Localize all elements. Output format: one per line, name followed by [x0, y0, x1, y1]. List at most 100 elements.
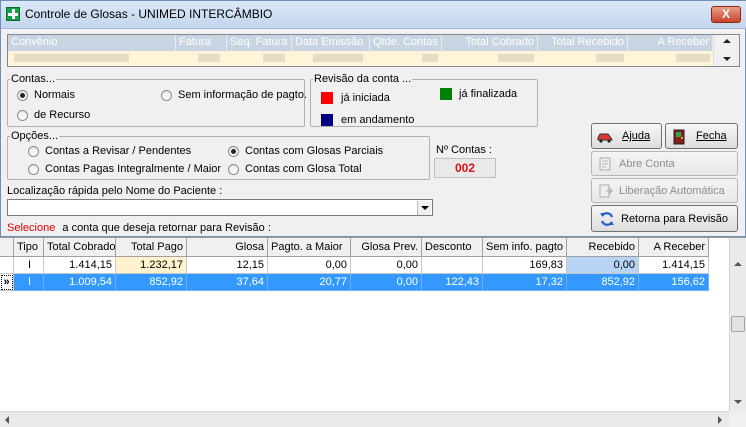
cell-recebido: 852,92 — [567, 274, 639, 291]
cell-total-cobrado: 1.009,54 — [44, 274, 116, 291]
refresh-icon — [600, 212, 614, 226]
col-a-receber[interactable]: A Receber — [628, 35, 713, 51]
col-data-emissao[interactable]: Data Emissão — [292, 35, 370, 51]
col-sem-info[interactable]: Sem info. pagto — [483, 238, 567, 257]
scroll-right-icon[interactable] — [718, 416, 722, 424]
scroll-up-icon[interactable] — [734, 262, 742, 266]
retorna-revisao-button[interactable]: Retorna para Revisão — [591, 205, 738, 232]
ajuda-button[interactable]: Ajuda — [591, 123, 662, 149]
row-indicator-arrow-icon: » — [0, 274, 14, 291]
radio-icon — [28, 164, 39, 175]
col-desconto[interactable]: Desconto — [422, 238, 483, 257]
cell-tipo: I — [14, 274, 44, 291]
cell-desconto — [422, 257, 483, 274]
app-plus-icon — [6, 7, 20, 21]
radio-label: Normais — [34, 89, 75, 101]
col-a-receber[interactable]: A Receber — [639, 238, 709, 257]
liberacao-label: Liberação Automática — [619, 185, 725, 197]
redacted-cell — [263, 54, 285, 62]
col-total-recebido[interactable]: Total Recebido — [538, 35, 628, 51]
col-total-cobrado[interactable]: Total Cobrado — [442, 35, 538, 51]
open-document-icon — [599, 157, 611, 171]
convenio-grid[interactable]: Convênio Fatura Seq. Fatura Data Emissão… — [7, 34, 740, 67]
red-status-square-icon — [321, 92, 333, 104]
vertical-scrollbar[interactable] — [729, 238, 746, 411]
contas-legend: Contas... — [11, 73, 56, 85]
scroll-up-icon[interactable] — [723, 39, 731, 43]
instruction-text: Selecione a conta que deseja retornar pa… — [7, 222, 271, 234]
scroll-down-icon[interactable] — [734, 400, 742, 404]
radio-icon — [228, 164, 239, 175]
radio-label: Sem informação de pagto. — [178, 89, 308, 101]
radio-label: Contas Pagas Integralmente / Maior — [45, 163, 222, 175]
col-seq-fatura[interactable]: Seq. Fatura — [227, 35, 292, 51]
cell-desconto: 122,43 — [422, 274, 483, 291]
door-icon — [673, 129, 685, 145]
close-button[interactable]: X — [711, 6, 741, 23]
radio-label: Contas com Glosa Total — [245, 163, 362, 175]
cell-recebido: 0,00 — [567, 257, 639, 274]
search-label: Localização rápida pelo Nome do Paciente… — [7, 185, 223, 197]
liberacao-automatica-button[interactable]: Liberação Automática — [591, 178, 738, 203]
cell-glosa-prev: 0,00 — [351, 257, 422, 274]
abre-conta-label: Abre Conta — [619, 158, 675, 170]
convenio-row[interactable] — [8, 51, 713, 66]
convenio-grid-header: Convênio Fatura Seq. Fatura Data Emissão… — [8, 35, 713, 51]
chevron-down-icon[interactable] — [417, 201, 431, 215]
num-contas-label: Nº Contas : — [436, 144, 492, 156]
col-glosa-prev[interactable]: Glosa Prev. — [351, 238, 422, 257]
cell-glosa-prev: 0,00 — [351, 274, 422, 291]
col-total-pago[interactable]: Total Pago — [116, 238, 187, 257]
fecha-label: Fecha — [696, 130, 727, 142]
status-ja-iniciada-label: já iniciada — [341, 92, 390, 104]
patient-search-combo[interactable] — [7, 199, 433, 216]
col-convenio[interactable]: Convênio — [8, 35, 176, 51]
cell-total-pago: 852,92 — [116, 274, 187, 291]
num-contas-value: 002 — [434, 158, 496, 178]
main-window: Controle de Glosas - UNIMED INTERCÂMBIO … — [0, 0, 746, 237]
release-document-icon — [599, 184, 613, 198]
navy-status-square-icon — [321, 114, 333, 126]
col-recebido[interactable]: Recebido — [567, 238, 639, 257]
col-fatura[interactable]: Fatura — [176, 35, 227, 51]
redacted-cell — [676, 54, 710, 62]
redacted-cell — [596, 54, 624, 62]
radio-label: Contas com Glosas Parciais — [245, 145, 384, 157]
cell-pagto-maior: 0,00 — [268, 257, 351, 274]
col-glosa[interactable]: Glosa — [187, 238, 268, 257]
revisao-legend: Revisão da conta ... — [314, 73, 412, 85]
radio-icon — [228, 146, 239, 157]
redacted-cell — [14, 54, 129, 62]
title-bar[interactable]: Controle de Glosas - UNIMED INTERCÂMBIO … — [1, 1, 746, 29]
horizontal-scrollbar[interactable] — [0, 411, 729, 427]
scroll-down-icon[interactable] — [723, 57, 731, 61]
col-qtde-contas[interactable]: Qtde. Contas — [370, 35, 442, 51]
radio-label: de Recurso — [34, 109, 91, 121]
redacted-cell — [198, 54, 220, 62]
convenio-scrollbar[interactable] — [713, 35, 739, 66]
instruction-rest: a conta que deseja retornar para Revisão… — [62, 222, 271, 234]
cell-a-receber: 1.414,15 — [639, 257, 709, 274]
col-tipo[interactable]: Tipo — [14, 238, 44, 257]
green-status-square-icon — [440, 88, 452, 100]
cell-total-pago: 1.232,17 — [116, 257, 187, 274]
cell-sem-info: 169,83 — [483, 257, 567, 274]
abre-conta-button[interactable]: Abre Conta — [591, 151, 738, 176]
radio-icon — [161, 90, 172, 101]
col-total-cobrado[interactable]: Total Cobrado — [44, 238, 116, 257]
contas-grid[interactable]: Tipo Total Cobrado Total Pago Glosa Pagt… — [0, 237, 746, 427]
radio-icon — [17, 110, 28, 121]
scroll-thumb[interactable] — [731, 316, 745, 332]
scroll-left-icon[interactable] — [5, 416, 9, 424]
cell-sem-info: 17,32 — [483, 274, 567, 291]
ajuda-label: Ajuda — [622, 130, 651, 142]
help-car-icon — [597, 133, 613, 143]
col-pagto-maior[interactable]: Pagto. a Maior — [268, 238, 351, 257]
scrollbar-corner — [729, 411, 746, 427]
row-indicator-header — [0, 238, 14, 257]
instruction-highlight: Selecione — [7, 222, 56, 234]
row-indicator — [0, 257, 14, 274]
status-ja-finalizada-label: já finalizada — [459, 88, 518, 100]
fecha-button[interactable]: Fecha — [665, 123, 738, 149]
radio-icon — [17, 90, 28, 101]
